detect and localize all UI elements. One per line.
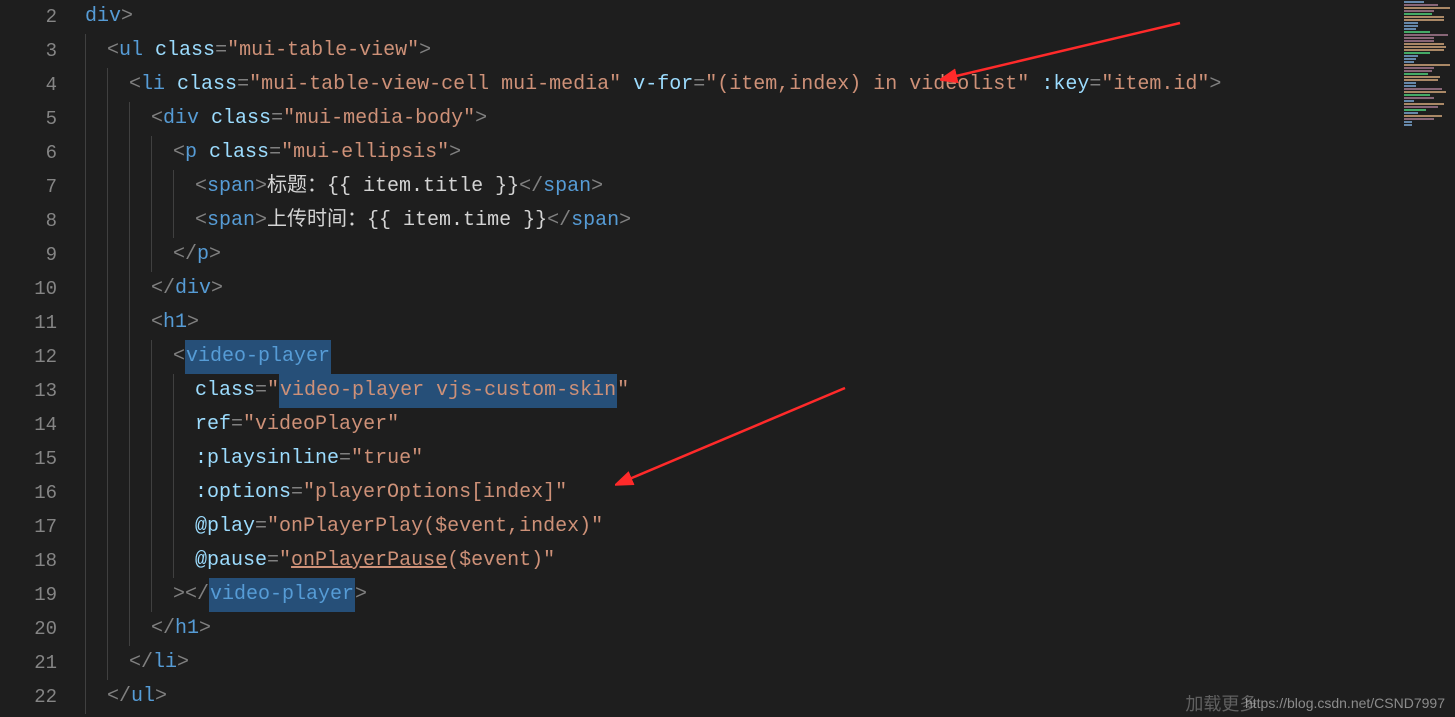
line-number: 20 xyxy=(0,612,57,646)
code-line[interactable]: <ul class="mui-table-view"> xyxy=(85,34,1401,68)
tag-h1: h1 xyxy=(163,311,187,334)
highlight: video-player vjs-custom-skin xyxy=(279,374,617,408)
code-line[interactable]: class="video-player vjs-custom-skin" xyxy=(85,374,1401,408)
tag-div: div xyxy=(85,5,121,28)
line-number: 12 xyxy=(0,340,57,374)
line-number: 8 xyxy=(0,204,57,238)
code-line[interactable]: <p class="mui-ellipsis"> xyxy=(85,136,1401,170)
attr-options: :options xyxy=(195,481,291,504)
watermark-text: https://blog.csdn.net/CSND7997 xyxy=(1245,695,1445,711)
val-vfor: (item,index) in videolist xyxy=(717,73,1017,96)
attr: class xyxy=(209,141,269,164)
code-line[interactable]: :options="playerOptions[index]" xyxy=(85,476,1401,510)
line-number: 21 xyxy=(0,646,57,680)
code-editor[interactable]: 2 3 4 5 6 7 8 9 10 11 12 13 14 15 16 17 … xyxy=(0,0,1401,717)
code-line[interactable]: @play="onPlayerPlay($event,index)" xyxy=(85,510,1401,544)
attr: :playsinline xyxy=(195,447,339,470)
punct: > xyxy=(121,5,133,28)
minimap[interactable] xyxy=(1401,0,1455,717)
tag-ul: ul xyxy=(119,39,143,62)
code-line[interactable]: </h1> xyxy=(85,612,1401,646)
code-line[interactable]: <span>上传时间：{{ item.time }}</span> xyxy=(85,204,1401,238)
line-number: 4 xyxy=(0,68,57,102)
code-line[interactable]: div> xyxy=(85,0,1401,34)
tag-span: span xyxy=(207,209,255,232)
line-number: 7 xyxy=(0,170,57,204)
code-line[interactable]: <h1> xyxy=(85,306,1401,340)
attr: class xyxy=(195,379,255,402)
text-content: 标题：{{ item.title }} xyxy=(267,175,519,198)
code-line[interactable]: :playsinline="true" xyxy=(85,442,1401,476)
tag-li: li xyxy=(141,73,165,96)
line-number: 3 xyxy=(0,34,57,68)
val-ref: videoPlayer xyxy=(255,413,387,436)
close-li: li xyxy=(153,651,177,674)
code-line[interactable]: </div> xyxy=(85,272,1401,306)
highlight-video-player: video-player xyxy=(185,340,331,374)
line-number: 6 xyxy=(0,136,57,170)
line-number: 19 xyxy=(0,578,57,612)
close-h1: h1 xyxy=(175,617,199,640)
line-number: 18 xyxy=(0,544,57,578)
val-options: playerOptions[index] xyxy=(315,481,555,504)
line-number: 9 xyxy=(0,238,57,272)
code-line[interactable]: <video-player xyxy=(85,340,1401,374)
line-number: 15 xyxy=(0,442,57,476)
val-key: item.id xyxy=(1113,73,1197,96)
highlight: video-player xyxy=(209,578,355,612)
attr: @pause xyxy=(195,549,267,572)
val-pause-args: ($event) xyxy=(447,549,543,572)
line-number: 22 xyxy=(0,680,57,714)
val: mui-ellipsis xyxy=(293,141,437,164)
val-pause-fn: onPlayerPause xyxy=(291,549,447,572)
text-content: 上传时间：{{ item.time }} xyxy=(267,209,547,232)
line-number: 2 xyxy=(0,0,57,34)
code-line[interactable]: <div class="mui-media-body"> xyxy=(85,102,1401,136)
tag-video-player: video-player xyxy=(186,345,330,368)
code-line[interactable]: <li class="mui-table-view-cell mui-media… xyxy=(85,68,1401,102)
code-line[interactable]: </li> xyxy=(85,646,1401,680)
line-number: 14 xyxy=(0,408,57,442)
line-number: 10 xyxy=(0,272,57,306)
attr-key: :key xyxy=(1041,73,1089,96)
partial-next-line: 加载更多 xyxy=(170,695,1347,717)
line-number: 17 xyxy=(0,510,57,544)
val: mui-table-view-cell mui-media xyxy=(261,73,609,96)
line-number: 16 xyxy=(0,476,57,510)
line-number: 5 xyxy=(0,102,57,136)
val: video-player vjs-custom-skin xyxy=(280,379,616,402)
code-line[interactable]: ref="videoPlayer" xyxy=(85,408,1401,442)
val: onPlayerPlay($event,index) xyxy=(279,515,591,538)
attr: class xyxy=(211,107,271,130)
attr: @play xyxy=(195,515,255,538)
close-ul: ul xyxy=(131,685,155,708)
close-div: div xyxy=(175,277,211,300)
attr-vfor: v-for xyxy=(633,73,693,96)
tag-span: span xyxy=(207,175,255,198)
tag-div: div xyxy=(163,107,199,130)
attr-class: class xyxy=(155,39,215,62)
tag-p: p xyxy=(185,141,197,164)
line-number: 11 xyxy=(0,306,57,340)
code-line[interactable]: @pause="onPlayerPause($event)" xyxy=(85,544,1401,578)
code-line[interactable]: <span>标题：{{ item.title }}</span> xyxy=(85,170,1401,204)
val-class: mui-table-view xyxy=(239,39,407,62)
line-number-gutter: 2 3 4 5 6 7 8 9 10 11 12 13 14 15 16 17 … xyxy=(0,0,85,717)
code-line[interactable]: ></video-player> xyxy=(85,578,1401,612)
attr-ref: ref xyxy=(195,413,231,436)
code-area[interactable]: div> <ul class="mui-table-view"> <li cla… xyxy=(85,0,1401,717)
line-number: 13 xyxy=(0,374,57,408)
close-p: p xyxy=(197,243,209,266)
attr: class xyxy=(177,73,237,96)
code-line[interactable]: </p> xyxy=(85,238,1401,272)
val: true xyxy=(363,447,411,470)
val: mui-media-body xyxy=(295,107,463,130)
close-video-player: video-player xyxy=(210,583,354,606)
